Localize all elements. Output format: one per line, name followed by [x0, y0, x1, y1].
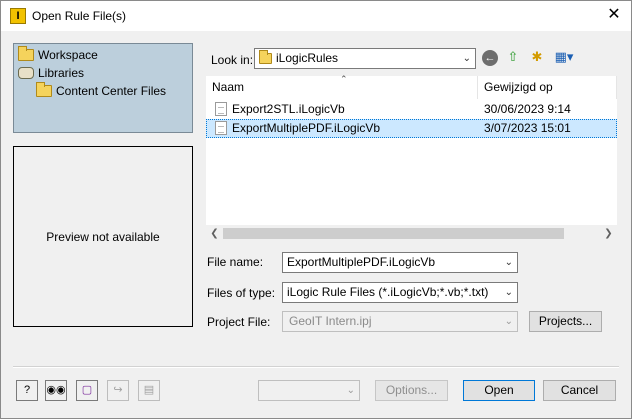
options-button: Options...	[375, 380, 448, 401]
file-name: ExportMultiplePDF.iLogicVb	[232, 121, 381, 135]
chevron-down-icon: ⌄	[462, 53, 471, 64]
find-button[interactable]: ◉◉	[45, 380, 67, 401]
scroll-right-icon[interactable]: ❯	[600, 225, 617, 242]
place-content-center-files[interactable]: Content Center Files	[36, 82, 166, 100]
close-icon[interactable]: ✕	[597, 1, 631, 31]
file-name: Export2STL.iLogicVb	[232, 102, 345, 116]
project-label: Project File:	[207, 315, 271, 329]
preview-text: Preview not available	[46, 230, 160, 244]
disabled-combo: ⌄	[258, 380, 360, 401]
link-button: ↪	[107, 380, 129, 401]
arrow-icon: ↪	[113, 384, 123, 396]
filetype-combo[interactable]: iLogic Rule Files (*.iLogicVb;*.vb;*.txt…	[282, 282, 518, 303]
view-menu-icon[interactable]: ▦▾	[551, 48, 577, 66]
export-button: ▤	[138, 380, 160, 401]
help-icon: ?	[23, 384, 31, 396]
column-header-modified[interactable]: Gewijzigd op	[478, 76, 617, 99]
filename-label: File name:	[207, 255, 264, 269]
open-button[interactable]: Open	[463, 380, 535, 401]
lookin-combo[interactable]: iLogicRules ⌄	[254, 48, 476, 69]
place-libraries[interactable]: Libraries	[18, 64, 84, 82]
chevron-down-icon: ⌄	[504, 287, 513, 298]
libraries-icon	[18, 67, 34, 79]
scrollbar-thumb[interactable]	[223, 228, 564, 239]
separator	[13, 366, 619, 368]
open-rule-dialog: I Open Rule File(s) ✕ Workspace Librarie…	[0, 0, 632, 419]
filetype-label: Files of type:	[207, 286, 276, 300]
scroll-left-icon[interactable]: ❮	[206, 225, 223, 242]
chevron-down-icon: ⌄	[346, 385, 355, 396]
file-modified: 3/07/2023 15:01	[484, 121, 571, 135]
filename-combo[interactable]: ExportMultiplePDF.iLogicVb ⌄	[282, 252, 518, 273]
file-row[interactable]: Export2STL.iLogicVb 30/06/2023 9:14	[206, 100, 617, 119]
file-list[interactable]: Naam ⌃ Gewijzigd op Export2STL.iLogicVb …	[206, 74, 617, 241]
export-icon: ▤	[143, 384, 155, 396]
folder-icon	[36, 82, 52, 97]
window-title: Open Rule File(s)	[32, 9, 127, 23]
place-workspace[interactable]: Workspace	[18, 46, 98, 64]
folder-icon	[18, 46, 34, 61]
column-header-name[interactable]: Naam ⌃	[206, 74, 478, 99]
binoculars-icon: ◉◉	[46, 384, 66, 396]
help-button[interactable]: ?	[16, 380, 38, 401]
file-row-selected[interactable]: ExportMultiplePDF.iLogicVb 3/07/2023 15:…	[206, 119, 617, 138]
places-panel: Workspace Libraries Content Center Files	[13, 43, 193, 133]
lookin-label: Look in:	[211, 53, 254, 67]
workspace-button[interactable]: ▢	[76, 380, 98, 401]
back-icon[interactable]: ←	[482, 50, 498, 66]
chevron-down-icon: ⌄	[504, 257, 513, 268]
horizontal-scrollbar[interactable]: ❮ ❯	[206, 225, 617, 242]
new-folder-icon[interactable]: ✱	[528, 48, 546, 66]
chevron-down-icon: ⌄	[504, 316, 513, 327]
file-icon	[215, 102, 227, 116]
folder-icon	[259, 50, 272, 64]
file-modified: 30/06/2023 9:14	[484, 102, 571, 116]
projects-button[interactable]: Projects...	[529, 311, 602, 332]
cancel-button[interactable]: Cancel	[543, 380, 616, 401]
project-combo: GeoIT Intern.ipj ⌄	[282, 311, 518, 332]
title-bar: I Open Rule File(s) ✕	[1, 1, 631, 31]
sort-up-icon: ⌃	[340, 74, 348, 84]
file-icon	[215, 121, 227, 135]
preview-pane: Preview not available	[13, 146, 193, 327]
inventor-icon: I	[10, 8, 26, 24]
document-icon: ▢	[81, 384, 93, 396]
up-folder-icon[interactable]: ⇧	[504, 48, 522, 66]
